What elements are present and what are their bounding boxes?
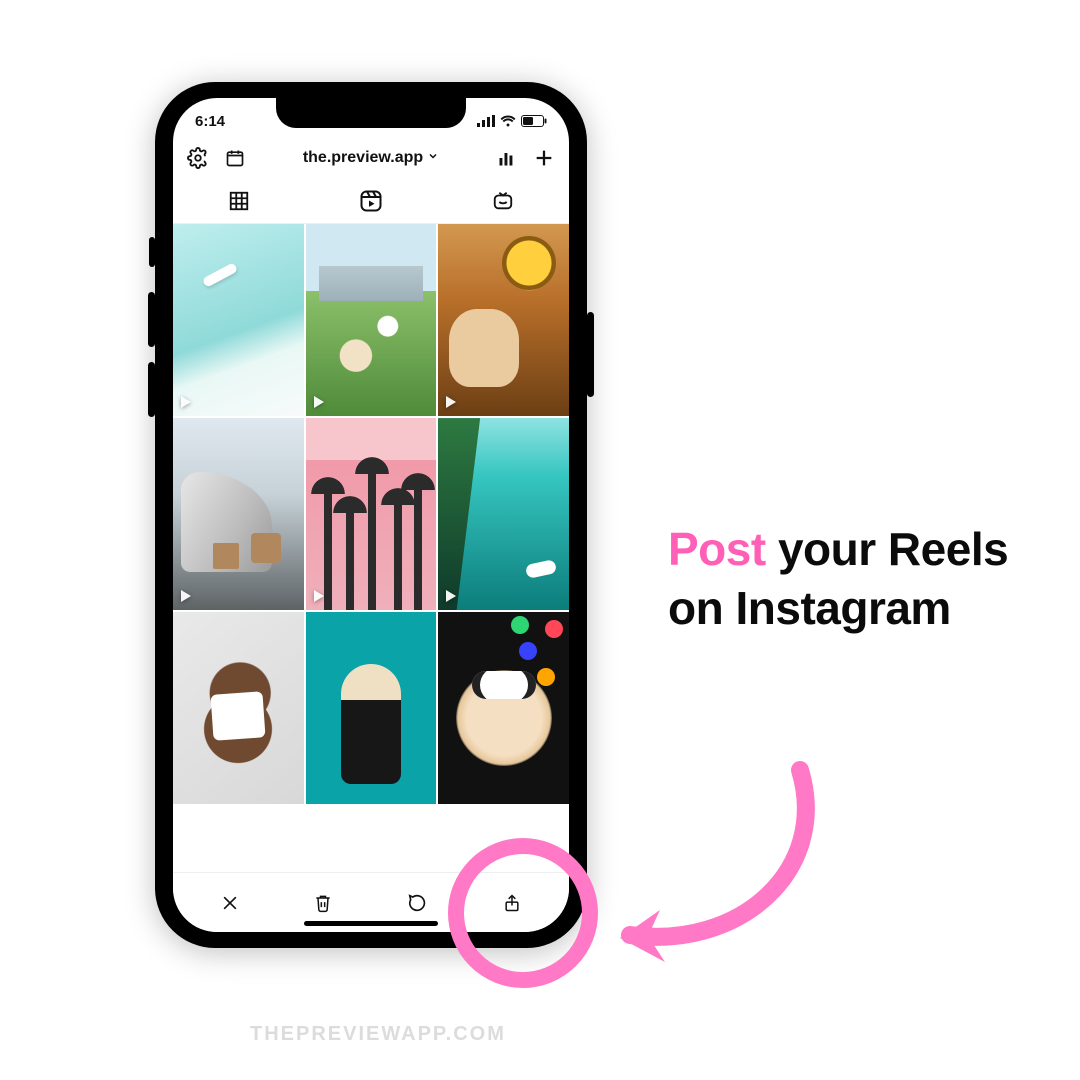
reel-thumbnail[interactable] xyxy=(438,224,569,416)
analytics-icon[interactable] xyxy=(497,148,517,168)
play-icon xyxy=(181,590,191,602)
battery-icon xyxy=(521,115,547,127)
account-switcher[interactable]: the.preview.app xyxy=(303,149,439,167)
phone-screen: 6:14 xyxy=(173,98,569,932)
reel-thumbnail[interactable] xyxy=(173,612,304,804)
comment-icon[interactable] xyxy=(407,892,429,914)
caption-highlight: Post xyxy=(668,523,766,575)
play-icon xyxy=(314,396,324,408)
volume-down-button xyxy=(148,362,155,417)
reel-thumbnail[interactable] xyxy=(306,418,437,610)
reel-thumbnail[interactable] xyxy=(438,418,569,610)
reel-thumbnail[interactable] xyxy=(306,224,437,416)
profile-tabs xyxy=(173,178,569,224)
arrow-annotation xyxy=(600,750,860,980)
chevron-down-icon xyxy=(427,149,439,167)
share-icon[interactable] xyxy=(502,891,522,915)
close-icon[interactable] xyxy=(220,893,240,913)
username-label: the.preview.app xyxy=(303,149,423,167)
play-icon xyxy=(446,590,456,602)
tutorial-caption: Post your Reels on Instagram xyxy=(668,520,1028,638)
reel-thumbnail[interactable] xyxy=(306,612,437,804)
plus-icon[interactable] xyxy=(533,147,555,169)
reel-thumbnail[interactable] xyxy=(173,418,304,610)
play-icon xyxy=(314,590,324,602)
wifi-icon xyxy=(500,115,516,127)
app-header: the.preview.app xyxy=(173,138,569,178)
tab-grid[interactable] xyxy=(173,190,305,212)
status-right xyxy=(477,115,547,127)
calendar-icon[interactable] xyxy=(225,148,245,168)
phone-mockup: 6:14 xyxy=(155,82,587,948)
play-icon xyxy=(181,396,191,408)
power-button xyxy=(587,312,594,397)
mute-switch xyxy=(149,237,155,267)
tab-igtv[interactable] xyxy=(437,190,569,212)
status-time: 6:14 xyxy=(195,113,225,130)
phone-notch xyxy=(276,98,466,128)
tab-reels[interactable] xyxy=(305,189,437,213)
watermark: THEPREVIEWAPP.COM xyxy=(250,1023,506,1046)
bottom-action-bar xyxy=(173,872,569,932)
play-icon xyxy=(446,396,456,408)
trash-icon[interactable] xyxy=(313,892,333,914)
volume-up-button xyxy=(148,292,155,347)
reels-grid xyxy=(173,224,569,804)
cellular-icon xyxy=(477,115,495,127)
reel-thumbnail[interactable] xyxy=(438,612,569,804)
gear-icon[interactable] xyxy=(187,147,209,169)
home-indicator xyxy=(304,921,438,926)
reel-thumbnail[interactable] xyxy=(173,224,304,416)
